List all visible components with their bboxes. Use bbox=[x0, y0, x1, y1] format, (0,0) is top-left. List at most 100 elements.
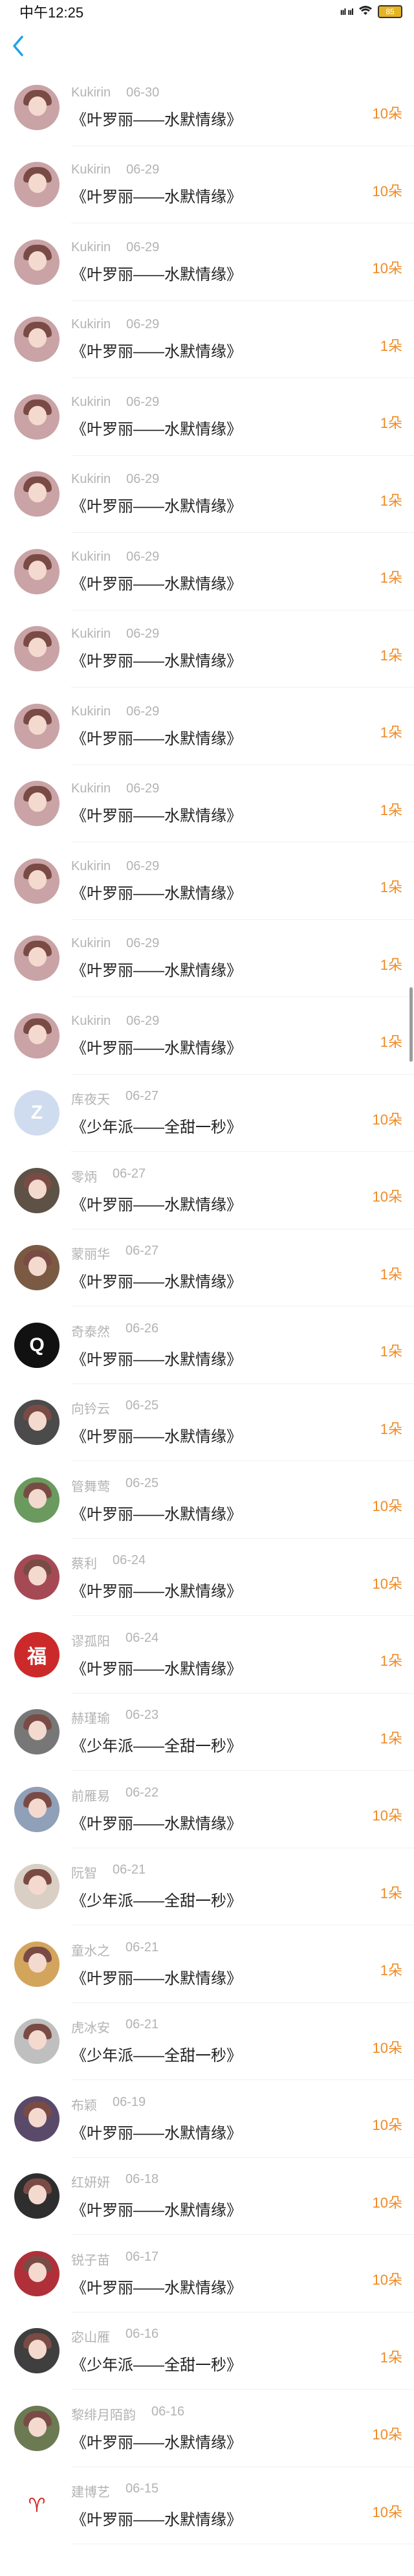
list-item[interactable]: ♈ 建博艺 06-15 《叶罗丽——水默情缘》 10朵 bbox=[0, 2467, 414, 2545]
book-title[interactable]: 《叶罗丽——水默情缘》 bbox=[71, 1035, 414, 1058]
list-item[interactable]: Kukirin 06-29 《叶罗丽——水默情缘》 1朵 bbox=[0, 456, 414, 533]
list-item[interactable]: Kukirin 06-29 《叶罗丽——水默情缘》 1朵 bbox=[0, 610, 414, 688]
book-title[interactable]: 《叶罗丽——水默情缘》 bbox=[71, 493, 414, 516]
avatar[interactable] bbox=[14, 1709, 60, 1755]
book-title[interactable]: 《叶罗丽——水默情缘》 bbox=[71, 880, 414, 903]
avatar[interactable] bbox=[14, 1245, 60, 1291]
book-title[interactable]: 《叶罗丽——水默情缘》 bbox=[71, 2275, 414, 2298]
avatar[interactable] bbox=[14, 2405, 60, 2451]
avatar[interactable] bbox=[14, 858, 60, 904]
username[interactable]: 零炳 bbox=[71, 1167, 97, 1185]
book-title[interactable]: 《叶罗丽——水默情缘》 bbox=[71, 648, 414, 671]
list-item[interactable]: Kukirin 06-29 《叶罗丽——水默情缘》 10朵 bbox=[0, 223, 414, 301]
avatar[interactable] bbox=[14, 239, 60, 285]
avatar[interactable] bbox=[14, 2096, 60, 2142]
avatar[interactable] bbox=[14, 1864, 60, 1910]
avatar[interactable] bbox=[14, 2019, 60, 2065]
book-title[interactable]: 《叶罗丽——水默情缘》 bbox=[71, 571, 414, 594]
list-item[interactable]: 虎冰安 06-21 《少年派——全甜一秒》 10朵 bbox=[0, 2003, 414, 2081]
scrollbar[interactable] bbox=[409, 987, 413, 1062]
list-item[interactable]: 黎绯月陌韵 06-16 《叶罗丽——水默情缘》 10朵 bbox=[0, 2390, 414, 2467]
book-title[interactable]: 《叶罗丽——水默情缘》 bbox=[71, 107, 414, 129]
book-title[interactable]: 《叶罗丽——水默情缘》 bbox=[71, 958, 414, 980]
back-button[interactable] bbox=[12, 33, 31, 59]
list-item[interactable]: Kukirin 06-29 《叶罗丽——水默情缘》 1朵 bbox=[0, 533, 414, 610]
avatar[interactable]: Z bbox=[14, 1090, 60, 1136]
avatar[interactable] bbox=[14, 548, 60, 594]
username[interactable]: 库夜天 bbox=[71, 1089, 110, 1108]
book-title[interactable]: 《叶罗丽——水默情缘》 bbox=[71, 416, 414, 439]
book-title[interactable]: 《少年派——全甜一秒》 bbox=[71, 1114, 414, 1137]
list-item[interactable]: Kukirin 06-29 《叶罗丽——水默情缘》 1朵 bbox=[0, 378, 414, 456]
username[interactable]: 管舞莺 bbox=[71, 1476, 110, 1495]
username[interactable]: 红妍妍 bbox=[71, 2172, 110, 2191]
book-title[interactable]: 《叶罗丽——水默情缘》 bbox=[71, 803, 414, 825]
avatar[interactable] bbox=[14, 1167, 60, 1213]
book-title[interactable]: 《少年派——全甜一秒》 bbox=[71, 1888, 414, 1910]
username[interactable]: Kukirin bbox=[71, 85, 111, 100]
avatar[interactable] bbox=[14, 2250, 60, 2296]
avatar[interactable]: ♈ bbox=[14, 2483, 60, 2529]
username[interactable]: Kukirin bbox=[71, 1014, 111, 1029]
book-title[interactable]: 《叶罗丽——水默情缘》 bbox=[71, 1501, 414, 1524]
username[interactable]: Kukirin bbox=[71, 704, 111, 719]
username[interactable]: 奇泰然 bbox=[71, 1321, 110, 1340]
list-item[interactable]: 童水之 06-21 《叶罗丽——水默情缘》 1朵 bbox=[0, 1925, 414, 2003]
list-item[interactable]: Z 库夜天 06-27 《少年派——全甜一秒》 10朵 bbox=[0, 1075, 414, 1152]
username[interactable]: 宓山雁 bbox=[71, 2327, 110, 2346]
avatar[interactable] bbox=[14, 1786, 60, 1832]
avatar[interactable] bbox=[14, 1554, 60, 1600]
list-item[interactable]: Kukirin 06-30 《叶罗丽——水默情缘》 10朵 bbox=[0, 69, 414, 146]
book-title[interactable]: 《叶罗丽——水默情缘》 bbox=[71, 184, 414, 207]
username[interactable]: 童水之 bbox=[71, 1940, 110, 1959]
avatar[interactable] bbox=[14, 1477, 60, 1523]
list-item[interactable]: 蔡利 06-24 《叶罗丽——水默情缘》 10朵 bbox=[0, 1539, 414, 1617]
avatar[interactable] bbox=[14, 2328, 60, 2374]
list-item[interactable]: Kukirin 06-29 《叶罗丽——水默情缘》 1朵 bbox=[0, 997, 414, 1075]
book-title[interactable]: 《叶罗丽——水默情缘》 bbox=[71, 2507, 414, 2529]
username[interactable]: 锐子苗 bbox=[71, 2250, 110, 2268]
avatar[interactable] bbox=[14, 471, 60, 517]
book-title[interactable]: 《叶罗丽——水默情缘》 bbox=[71, 1269, 414, 1292]
username[interactable]: 向钤云 bbox=[71, 1398, 110, 1417]
avatar[interactable] bbox=[14, 84, 60, 130]
book-title[interactable]: 《叶罗丽——水默情缘》 bbox=[71, 262, 414, 284]
book-title[interactable]: 《叶罗丽——水默情缘》 bbox=[71, 1656, 414, 1679]
book-title[interactable]: 《叶罗丽——水默情缘》 bbox=[71, 1424, 414, 1446]
avatar[interactable] bbox=[14, 1941, 60, 1987]
avatar[interactable] bbox=[14, 394, 60, 440]
username[interactable]: 黎绯月陌韵 bbox=[71, 2404, 136, 2423]
username[interactable]: Kukirin bbox=[71, 395, 111, 410]
list-item[interactable]: Kukirin 06-29 《叶罗丽——水默情缘》 1朵 bbox=[0, 920, 414, 998]
list-item[interactable]: 蒙丽华 06-27 《叶罗丽——水默情缘》 1朵 bbox=[0, 1229, 414, 1307]
book-title[interactable]: 《叶罗丽——水默情缘》 bbox=[71, 1578, 414, 1601]
username[interactable]: Kukirin bbox=[71, 859, 111, 874]
username[interactable]: Kukirin bbox=[71, 781, 111, 796]
avatar[interactable]: Q bbox=[14, 1322, 60, 1368]
list-item[interactable]: 向钤云 06-25 《叶罗丽——水默情缘》 1朵 bbox=[0, 1384, 414, 1462]
username[interactable]: 前雁易 bbox=[71, 1786, 110, 1804]
list-item[interactable]: 前雁易 06-22 《叶罗丽——水默情缘》 10朵 bbox=[0, 1771, 414, 1848]
username[interactable]: Kukirin bbox=[71, 162, 111, 177]
username[interactable]: 阮智 bbox=[71, 1863, 97, 1881]
book-title[interactable]: 《少年派——全甜一秒》 bbox=[71, 1733, 414, 1756]
list-item[interactable]: 零炳 06-27 《叶罗丽——水默情缘》 10朵 bbox=[0, 1152, 414, 1229]
username[interactable]: Kukirin bbox=[71, 472, 111, 487]
avatar[interactable] bbox=[14, 162, 60, 208]
book-title[interactable]: 《叶罗丽——水默情缘》 bbox=[71, 2120, 414, 2143]
list-item[interactable]: 布颖 06-19 《叶罗丽——水默情缘》 10朵 bbox=[0, 2080, 414, 2158]
username[interactable]: 赫瑾瑜 bbox=[71, 1708, 110, 1727]
username[interactable]: Kukirin bbox=[71, 936, 111, 951]
list-item[interactable]: Kukirin 06-29 《叶罗丽——水默情缘》 1朵 bbox=[0, 842, 414, 920]
avatar[interactable] bbox=[14, 1400, 60, 1446]
book-title[interactable]: 《叶罗丽——水默情缘》 bbox=[71, 1192, 414, 1215]
username[interactable]: 布颖 bbox=[71, 2095, 97, 2114]
avatar[interactable]: 福 bbox=[14, 1631, 60, 1677]
book-title[interactable]: 《少年派——全甜一秒》 bbox=[71, 2352, 414, 2375]
list-item[interactable]: 阮智 06-21 《少年派——全甜一秒》 1朵 bbox=[0, 1848, 414, 1926]
username[interactable]: 蔡利 bbox=[71, 1553, 97, 1572]
avatar[interactable] bbox=[14, 2173, 60, 2219]
avatar[interactable] bbox=[14, 317, 60, 363]
list-item[interactable]: Kukirin 06-29 《叶罗丽——水默情缘》 1朵 bbox=[0, 301, 414, 379]
book-title[interactable]: 《叶罗丽——水默情缘》 bbox=[71, 1966, 414, 1988]
